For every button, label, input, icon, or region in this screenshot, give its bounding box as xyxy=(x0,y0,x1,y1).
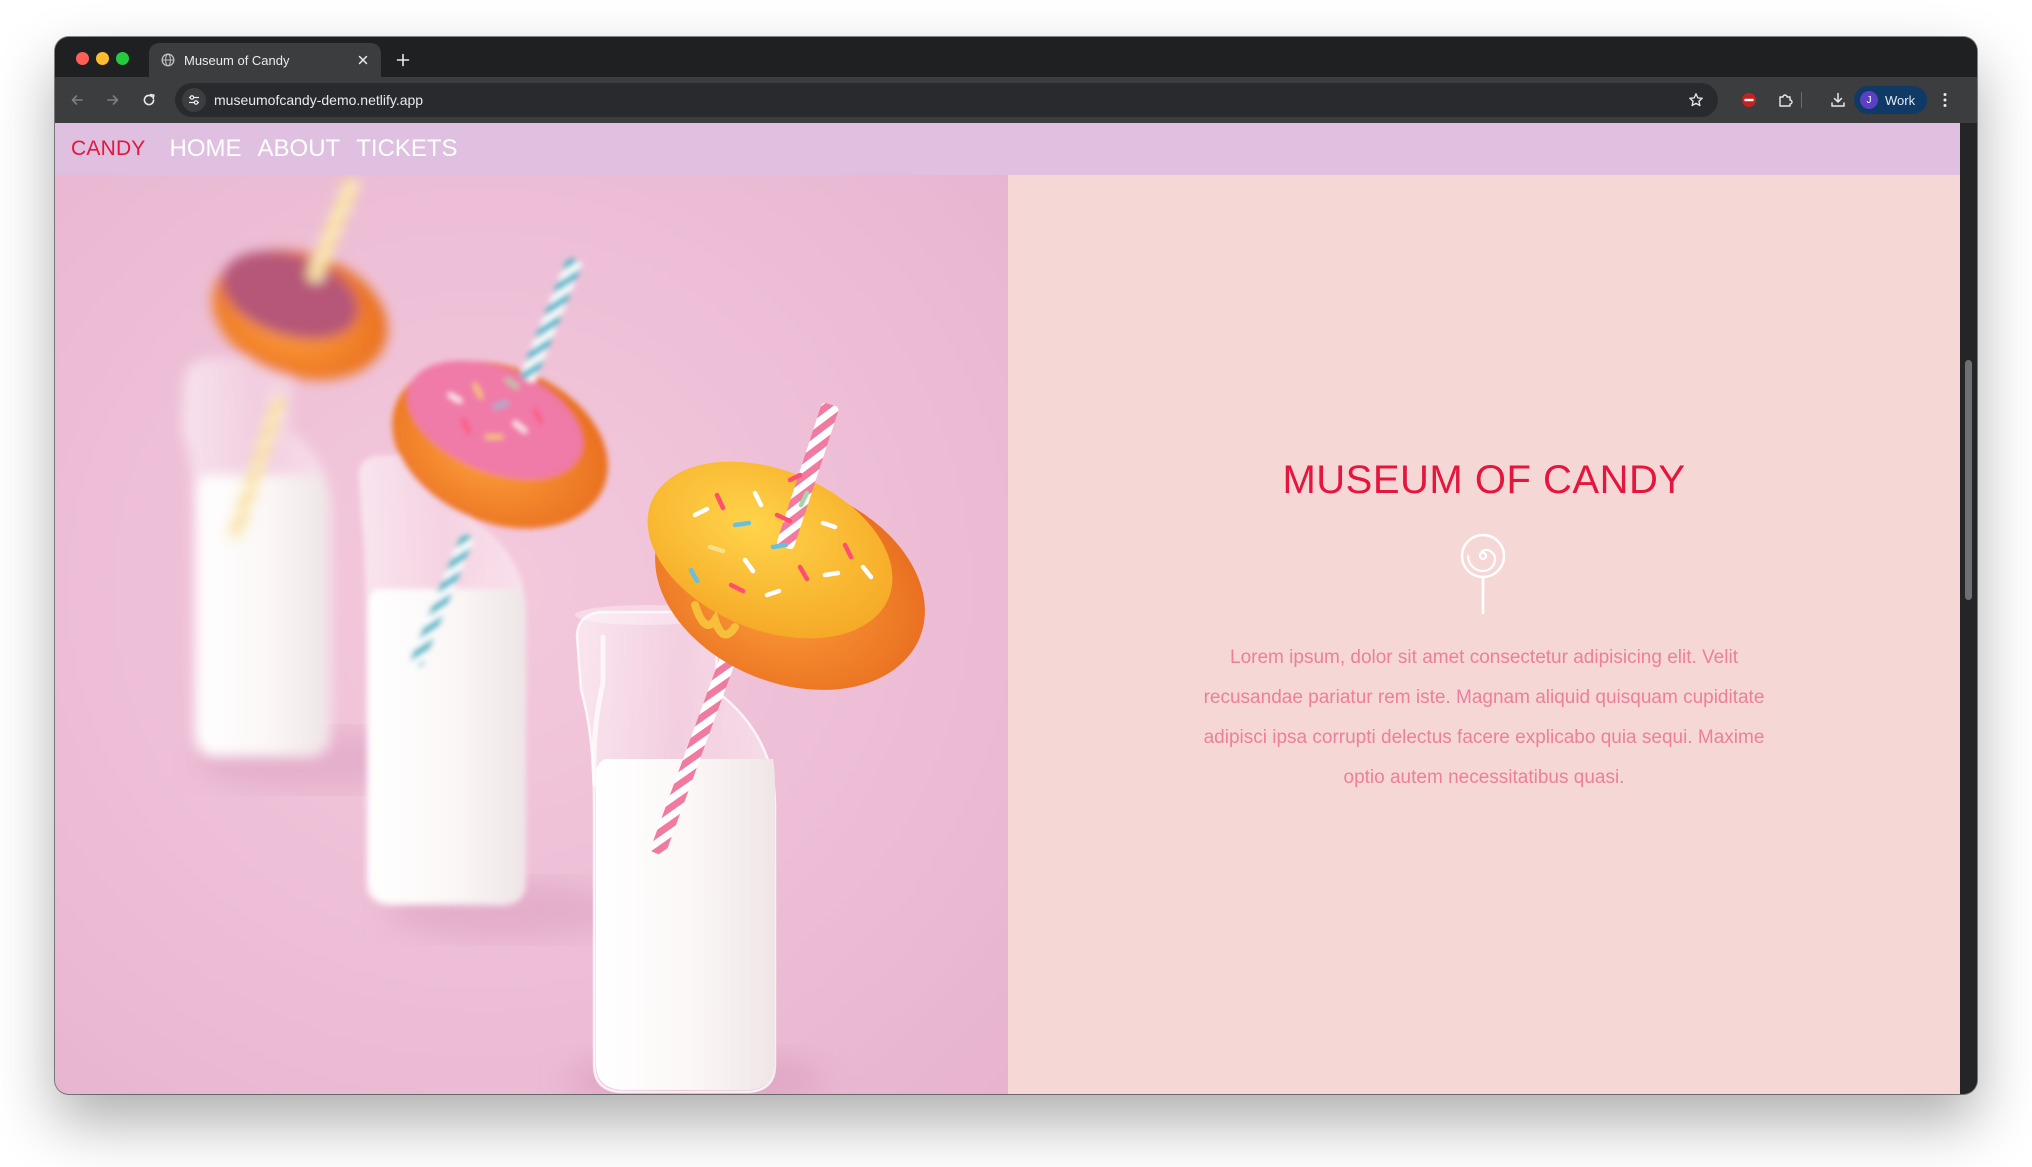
browser-toolbar: museumofcandy-demo.netlify.app J Work xyxy=(55,77,1977,123)
address-bar[interactable]: museumofcandy-demo.netlify.app xyxy=(175,83,1718,117)
hero-image xyxy=(55,175,1008,1094)
new-tab-icon[interactable] xyxy=(391,48,415,72)
tab-strip: Museum of Candy xyxy=(55,37,1977,77)
bookmark-star-icon[interactable] xyxy=(1686,90,1706,110)
close-window-button[interactable] xyxy=(76,52,89,65)
nav-link-home[interactable]: HOME xyxy=(170,135,242,163)
nav-link-about[interactable]: ABOUT xyxy=(258,135,341,163)
profile-button[interactable]: J Work xyxy=(1854,86,1928,114)
hero-description: Lorem ipsum, dolor sit amet consectetur … xyxy=(1203,647,1765,788)
scrollbar[interactable] xyxy=(1960,123,1977,1094)
maximize-window-button[interactable] xyxy=(116,52,129,65)
extensions-puzzle-icon[interactable] xyxy=(1772,86,1800,114)
toolbar-divider xyxy=(1801,92,1802,108)
back-icon[interactable] xyxy=(63,86,91,114)
site-brand[interactable]: CANDY xyxy=(71,137,146,161)
browser-window: Museum of Candy museumofcandy-demo.netli… xyxy=(55,37,1977,1094)
nav-link-tickets[interactable]: TICKETS xyxy=(356,135,457,163)
profile-name: Work xyxy=(1885,92,1916,108)
menu-kebab-icon[interactable] xyxy=(1931,86,1959,114)
nav-links: HOME ABOUT TICKETS xyxy=(170,135,474,163)
forward-icon[interactable] xyxy=(99,86,127,114)
minimize-window-button[interactable] xyxy=(96,52,109,65)
close-tab-icon[interactable] xyxy=(353,50,373,70)
site-navbar: CANDY HOME ABOUT TICKETS xyxy=(55,123,1960,175)
site-info-icon[interactable] xyxy=(182,88,206,112)
reload-icon[interactable] xyxy=(135,86,163,114)
browser-tab[interactable]: Museum of Candy xyxy=(149,43,381,77)
avatar: J xyxy=(1860,91,1878,109)
globe-icon xyxy=(161,53,175,67)
tab-title: Museum of Candy xyxy=(184,52,290,68)
extension-blocker-icon[interactable] xyxy=(1735,86,1763,114)
lollipop-icon xyxy=(1460,533,1506,615)
hero-panel: MUSEUM OF CANDY Lorem ipsum, dolor sit a… xyxy=(1008,175,1960,1094)
page-viewport: CANDY HOME ABOUT TICKETS MUSEUM OF CANDY… xyxy=(55,123,1960,1094)
scrollbar-thumb[interactable] xyxy=(1965,360,1972,600)
download-icon[interactable] xyxy=(1824,86,1852,114)
hero-title: MUSEUM OF CANDY xyxy=(1282,458,1686,502)
url-text[interactable]: museumofcandy-demo.netlify.app xyxy=(214,83,423,117)
